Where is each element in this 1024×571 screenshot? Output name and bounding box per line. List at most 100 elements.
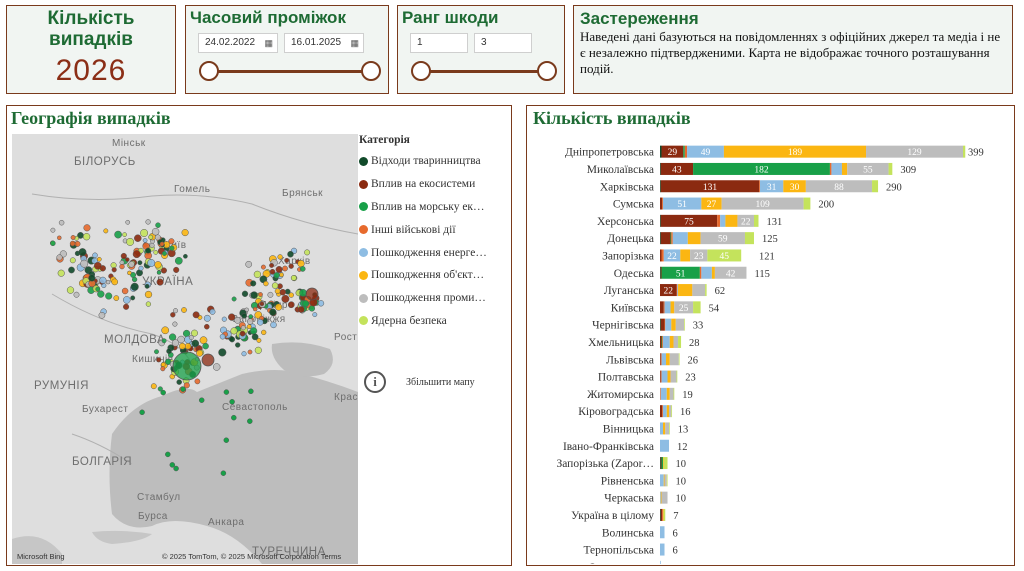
- incident-dot[interactable]: [223, 389, 230, 395]
- bar-segment[interactable]: [660, 422, 664, 435]
- bar-segment[interactable]: [660, 491, 662, 504]
- incident-dot[interactable]: [169, 462, 176, 468]
- incident-dot[interactable]: [50, 227, 56, 233]
- incident-dot[interactable]: [317, 300, 325, 307]
- incident-dot[interactable]: [122, 232, 127, 237]
- legend-item[interactable]: Вплив на екосистеми: [359, 173, 509, 196]
- incident-dot[interactable]: [299, 289, 307, 297]
- bar-segment[interactable]: [666, 474, 668, 487]
- incident-dot[interactable]: [69, 240, 76, 247]
- incident-cluster[interactable]: [172, 351, 202, 381]
- calendar-icon[interactable]: ▦: [264, 34, 273, 52]
- incident-dot[interactable]: [279, 288, 287, 296]
- incident-dot[interactable]: [148, 234, 154, 240]
- bar-segment[interactable]: [660, 387, 667, 400]
- bar-segment[interactable]: [829, 162, 832, 175]
- incident-dot[interactable]: [287, 250, 294, 258]
- incident-dot[interactable]: [181, 229, 189, 237]
- legend-item[interactable]: Пошкодження проми…: [359, 287, 509, 310]
- incident-dot[interactable]: [123, 296, 131, 304]
- incident-dot[interactable]: [254, 346, 262, 354]
- incident-dot[interactable]: [267, 291, 274, 298]
- incident-dot[interactable]: [258, 292, 263, 297]
- rank-slider-min-handle[interactable]: [411, 61, 431, 81]
- bar-segment[interactable]: [672, 232, 688, 245]
- incident-dot[interactable]: [288, 292, 294, 298]
- bar-segment[interactable]: [660, 560, 661, 564]
- bar-segment[interactable]: [705, 284, 707, 297]
- bar-segment[interactable]: [888, 162, 893, 175]
- incident-dot[interactable]: [183, 253, 188, 259]
- bar-segment[interactable]: [660, 197, 663, 210]
- bar-segment[interactable]: [872, 180, 879, 193]
- incident-cluster[interactable]: [305, 287, 319, 301]
- incident-dot[interactable]: [231, 414, 237, 421]
- bar-segment[interactable]: [660, 266, 662, 279]
- bar-segment[interactable]: [675, 318, 685, 331]
- incident-dot[interactable]: [299, 266, 306, 272]
- incident-dot[interactable]: [161, 338, 167, 344]
- bar-segment[interactable]: [699, 266, 702, 279]
- incident-dot[interactable]: [231, 296, 237, 302]
- incident-dot[interactable]: [130, 282, 139, 291]
- legend-item[interactable]: Інші військові дії: [359, 218, 509, 241]
- legend-item[interactable]: Відходи тваринництва: [359, 150, 509, 173]
- time-slider-start-handle[interactable]: [199, 61, 219, 81]
- incident-dot[interactable]: [103, 228, 109, 234]
- incident-dot[interactable]: [166, 348, 172, 354]
- incident-dot[interactable]: [147, 259, 156, 267]
- incident-dot[interactable]: [99, 276, 107, 284]
- bar-segment[interactable]: [660, 370, 661, 383]
- incident-dot[interactable]: [241, 290, 249, 297]
- incident-dot[interactable]: [92, 252, 98, 259]
- incident-dot[interactable]: [130, 295, 136, 301]
- incident-dot[interactable]: [288, 263, 294, 269]
- bar-segment[interactable]: [660, 543, 665, 556]
- bar-segment[interactable]: [660, 249, 662, 262]
- bar-segment[interactable]: [670, 370, 677, 383]
- incident-dot[interactable]: [235, 342, 241, 348]
- bar-segment[interactable]: [664, 318, 666, 331]
- incident-dot[interactable]: [96, 256, 102, 262]
- bar-segment[interactable]: [670, 232, 672, 245]
- bar-segment[interactable]: [673, 387, 675, 400]
- bar-segment[interactable]: [663, 457, 668, 470]
- incident-dot[interactable]: [139, 409, 145, 416]
- incident-dot[interactable]: [297, 259, 305, 268]
- incident-dot[interactable]: [153, 250, 159, 255]
- incident-dot[interactable]: [241, 313, 247, 319]
- bar-segment[interactable]: [759, 180, 760, 193]
- bar-segment[interactable]: [669, 405, 672, 418]
- incident-dot[interactable]: [182, 329, 191, 338]
- bar-segment[interactable]: [669, 353, 679, 366]
- incident-dot[interactable]: [172, 308, 179, 314]
- incident-dot[interactable]: [57, 269, 65, 277]
- incident-dot[interactable]: [93, 261, 102, 270]
- bar-segment[interactable]: [683, 145, 685, 158]
- incident-dot[interactable]: [121, 287, 129, 295]
- bar-segment[interactable]: [669, 387, 674, 400]
- incident-dot[interactable]: [191, 329, 198, 337]
- bar-segment[interactable]: [660, 318, 661, 331]
- incident-dot[interactable]: [209, 308, 216, 315]
- bar-segment[interactable]: [665, 318, 672, 331]
- bar-segment[interactable]: [660, 335, 662, 348]
- bar-segment[interactable]: [671, 232, 673, 245]
- legend-item[interactable]: Пошкодження об'єкт…: [359, 264, 509, 287]
- incident-dot[interactable]: [50, 240, 56, 247]
- incident-dot[interactable]: [239, 330, 246, 337]
- bar-segment[interactable]: [669, 422, 670, 435]
- incident-dot[interactable]: [140, 229, 149, 237]
- incident-dot[interactable]: [73, 291, 80, 298]
- incident-dot[interactable]: [204, 323, 210, 330]
- bar-segment[interactable]: [660, 353, 661, 366]
- incident-dot[interactable]: [144, 283, 150, 289]
- incident-dot[interactable]: [161, 251, 167, 256]
- bar-segment[interactable]: [660, 145, 662, 158]
- bar-segment[interactable]: [660, 508, 661, 521]
- map-copyright[interactable]: © 2025 TomTom, © 2025 Microsoft Corporat…: [162, 552, 341, 561]
- incident-dot[interactable]: [74, 240, 81, 247]
- incident-dot[interactable]: [252, 306, 258, 312]
- incident-dot[interactable]: [156, 270, 162, 275]
- bar-segment[interactable]: [661, 457, 664, 470]
